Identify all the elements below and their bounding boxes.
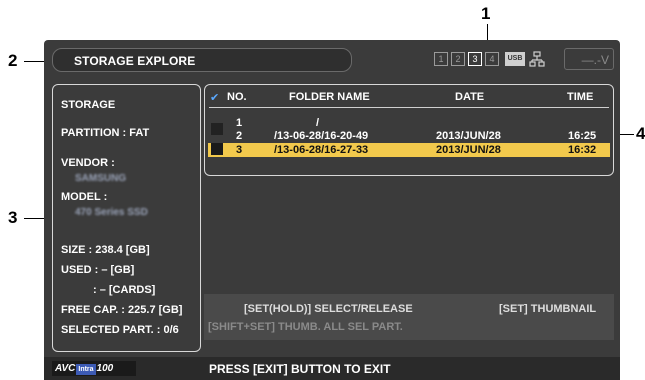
voltage-indicator: —.-V: [564, 48, 614, 70]
column-header-folder-name: FOLDER NAME: [289, 91, 370, 103]
column-header-no: NO.: [227, 91, 247, 103]
slot-3-indicator-active: 3: [468, 52, 482, 66]
storage-explore-screen: STORAGE EXPLORE 1 2 3 4 USB —.-V STORAGE…: [44, 40, 620, 380]
logo-avc-text: AVC: [55, 363, 76, 374]
usb-icon: USB: [505, 52, 525, 66]
row-folder: /13-06-28/16-20-49: [274, 130, 369, 142]
vendor-value: SAMSUNG: [75, 173, 127, 184]
table-row[interactable]: 2 /13-06-28/16-20-49 2013/JUN/28 16:25: [208, 123, 610, 143]
row-folder: /: [316, 117, 320, 129]
column-header-date: DATE: [455, 91, 485, 103]
selected-partitions-info: SELECTED PART. : 0/6: [61, 324, 179, 336]
storage-info-panel: STORAGE PARTITION : FAT VENDOR : SAMSUNG…: [52, 84, 201, 352]
operation-hints: [SET(HOLD)] SELECT/RELEASE [SET] THUMBNA…: [204, 294, 614, 340]
slot-4-indicator: 4: [485, 52, 499, 66]
avc-intra-logo: AVC Intra 100: [52, 361, 136, 376]
callout-4: 4: [636, 124, 645, 143]
callout-3: 3: [8, 208, 18, 227]
model-value: 470 Series SSD: [75, 207, 148, 218]
callout-1: 1: [481, 4, 491, 23]
storage-heading: STORAGE: [61, 99, 116, 111]
free-capacity-info: FREE CAP. : 225.7 [GB]: [61, 304, 183, 316]
folder-table: ✔ NO. FOLDER NAME DATE TIME 1 / 2 /13-06…: [204, 84, 614, 176]
row-no: 1: [236, 117, 243, 129]
screen-title: STORAGE EXPLORE: [74, 54, 196, 68]
row-no: 2: [236, 130, 243, 142]
model-label: MODEL :: [61, 191, 108, 203]
row-checkbox[interactable]: [211, 143, 223, 155]
row-time: 16:25: [568, 130, 597, 142]
hint-thumbnail: [SET] THUMBNAIL: [499, 303, 597, 315]
hint-select-release: [SET(HOLD)] SELECT/RELEASE: [244, 303, 413, 315]
select-all-check-icon[interactable]: ✔: [210, 91, 219, 104]
slot-2-indicator: 2: [451, 52, 465, 66]
used-info: USED : – [GB]: [61, 264, 135, 276]
table-row[interactable]: 1 /: [208, 116, 610, 130]
slot-1-indicator: 1: [434, 52, 448, 66]
logo-intra-text: Intra: [76, 364, 96, 375]
row-checkbox[interactable]: [211, 123, 223, 135]
callout-2: 2: [8, 51, 18, 70]
row-folder: /13-06-28/16-27-33: [274, 144, 369, 156]
vendor-label: VENDOR :: [61, 157, 115, 169]
size-info: SIZE : 238.4 [GB]: [61, 244, 150, 256]
row-date: 2013/JUN/28: [436, 144, 501, 156]
column-header-time: TIME: [567, 91, 594, 103]
row-time: 16:32: [568, 144, 597, 156]
hint-thumb-all: [SHIFT+SET] THUMB. ALL SEL PART.: [208, 321, 403, 333]
bottom-bar: AVC Intra 100 PRESS [EXIT] BUTTON TO EXIT: [44, 357, 620, 380]
partition-info: PARTITION : FAT: [61, 127, 150, 139]
header-divider: [209, 107, 609, 108]
logo-num-text: 100: [96, 363, 114, 374]
row-no: 3: [236, 144, 243, 156]
network-icon: [529, 51, 545, 67]
used-cards-info: : – [CARDS]: [93, 284, 156, 296]
row-date: 2013/JUN/28: [436, 130, 501, 142]
exit-instruction: PRESS [EXIT] BUTTON TO EXIT: [209, 362, 391, 376]
table-row-selected[interactable]: 3 /13-06-28/16-27-33 2013/JUN/28 16:32: [208, 143, 610, 157]
